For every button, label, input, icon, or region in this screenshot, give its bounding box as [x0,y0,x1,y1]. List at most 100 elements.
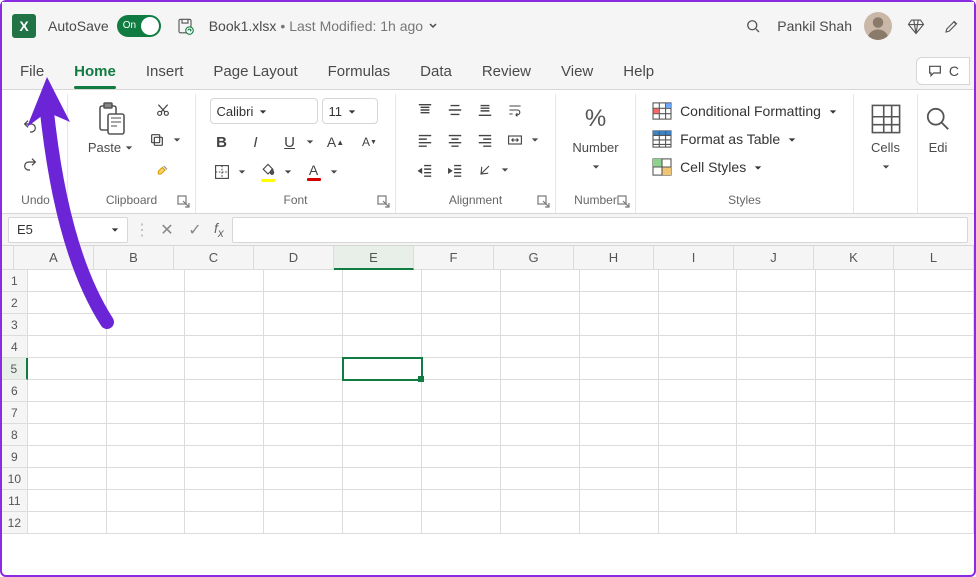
dialog-launcher-icon[interactable] [617,195,631,209]
cell[interactable] [737,292,816,314]
column-header[interactable]: A [14,246,94,270]
cell[interactable] [816,336,895,358]
cell[interactable] [580,402,659,424]
cell[interactable] [185,380,264,402]
tab-insert[interactable]: Insert [132,55,198,89]
cell[interactable] [422,468,501,490]
cell[interactable] [895,270,974,292]
tab-view[interactable]: View [547,55,607,89]
cell[interactable] [343,512,422,534]
cell[interactable] [501,424,580,446]
cell[interactable] [895,314,974,336]
row-header[interactable]: 12 [2,512,28,534]
cell[interactable] [264,402,343,424]
cell[interactable] [737,446,816,468]
cell[interactable] [816,424,895,446]
cell[interactable] [185,424,264,446]
cell[interactable] [580,490,659,512]
cell[interactable] [422,270,501,292]
cell[interactable] [28,314,107,336]
cell[interactable] [343,424,422,446]
cell[interactable] [343,270,422,292]
cell[interactable] [343,358,422,380]
cell[interactable] [895,402,974,424]
cell[interactable] [580,292,659,314]
cell[interactable] [737,270,816,292]
cell[interactable] [737,490,816,512]
cell[interactable] [185,490,264,512]
cell[interactable] [264,336,343,358]
wrap-text-button[interactable] [503,98,527,122]
pen-icon[interactable] [940,14,964,38]
cell[interactable] [895,512,974,534]
chevron-down-icon[interactable] [306,135,314,149]
cell[interactable] [107,292,186,314]
cell[interactable] [501,468,580,490]
merge-center-button[interactable] [503,128,527,152]
column-header[interactable]: H [574,246,654,270]
autosave-toggle[interactable]: On [117,15,161,37]
column-header[interactable]: D [254,246,334,270]
cell[interactable] [659,424,738,446]
cell[interactable] [185,292,264,314]
cell[interactable] [264,358,343,380]
cell[interactable] [107,446,186,468]
align-left-button[interactable] [413,128,437,152]
cell[interactable] [107,490,186,512]
cell[interactable] [659,490,738,512]
cell[interactable] [737,336,816,358]
chevron-down-icon[interactable] [330,165,338,179]
cell[interactable] [264,446,343,468]
cell[interactable] [28,380,107,402]
cell[interactable] [28,270,107,292]
cell[interactable] [816,380,895,402]
cell[interactable] [422,402,501,424]
cell[interactable] [422,512,501,534]
dialog-launcher-icon[interactable] [377,195,391,209]
chevron-down-icon[interactable] [501,163,509,177]
cell[interactable] [28,292,107,314]
cell[interactable] [737,380,816,402]
increase-font-button[interactable]: A▲ [324,130,348,154]
column-header[interactable]: K [814,246,894,270]
cell[interactable] [895,380,974,402]
cell[interactable] [737,512,816,534]
cell[interactable] [895,490,974,512]
cell[interactable] [343,336,422,358]
cell[interactable] [501,358,580,380]
cell[interactable] [659,358,738,380]
cell[interactable] [501,292,580,314]
cell[interactable] [28,490,107,512]
cell[interactable] [501,446,580,468]
cell[interactable] [501,270,580,292]
cell[interactable] [816,512,895,534]
column-header[interactable]: G [494,246,574,270]
cell[interactable] [264,270,343,292]
spreadsheet-grid[interactable]: ABCDEFGHIJKL 123456789101112 [2,246,974,534]
cell[interactable] [895,292,974,314]
cell[interactable] [580,314,659,336]
cell[interactable] [659,336,738,358]
cell[interactable] [185,512,264,534]
cell[interactable] [816,270,895,292]
column-header[interactable]: F [414,246,494,270]
cell[interactable] [343,380,422,402]
cell[interactable] [28,336,107,358]
cell[interactable] [580,380,659,402]
cell[interactable] [816,314,895,336]
tab-home[interactable]: Home [60,55,130,89]
comments-button[interactable]: C [916,57,970,85]
tab-review[interactable]: Review [468,55,545,89]
cell[interactable] [422,358,501,380]
cell[interactable] [737,358,816,380]
cells-button[interactable]: Cells [858,98,914,178]
cell[interactable] [107,402,186,424]
cell[interactable] [28,402,107,424]
cell[interactable] [580,270,659,292]
cell[interactable] [816,446,895,468]
cell[interactable] [28,468,107,490]
cell[interactable] [185,314,264,336]
cell[interactable] [895,358,974,380]
cell[interactable] [895,468,974,490]
cell[interactable] [659,270,738,292]
